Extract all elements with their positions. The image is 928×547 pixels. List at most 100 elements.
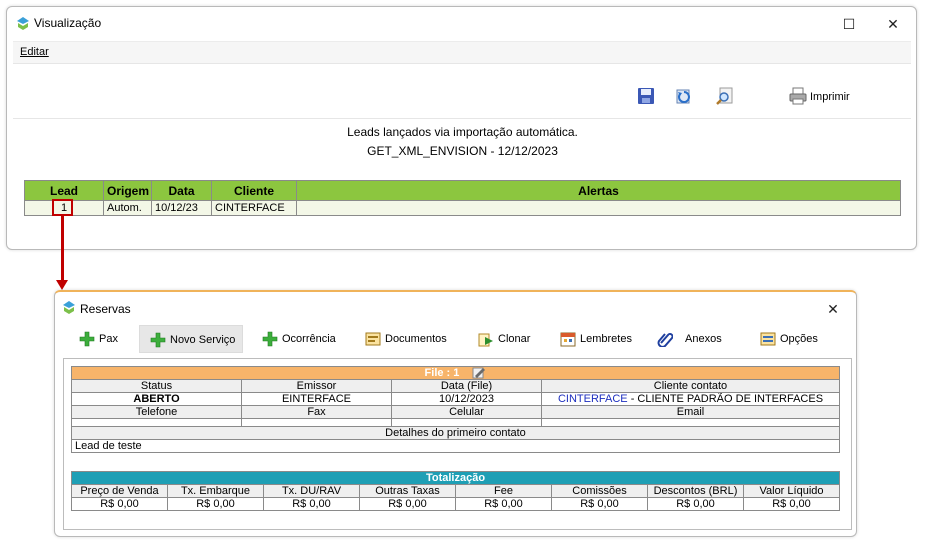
col-header: Fax [241, 405, 392, 420]
table-cell: R$ 0,00 [743, 497, 840, 511]
titlebar: Visualização ☐ ✕ [7, 7, 916, 39]
table-row [71, 418, 840, 428]
col-header: Celular [391, 405, 542, 420]
col-header: Origem [103, 180, 152, 201]
col-header: Comissões [551, 484, 648, 498]
pax-button[interactable]: Pax [69, 325, 118, 353]
opcoes-button[interactable]: Opções [750, 325, 818, 353]
ocorrencia-button[interactable]: Ocorrência [252, 325, 336, 353]
maximize-button[interactable]: ☐ [836, 13, 862, 35]
documentos-button[interactable]: Documentos [355, 325, 447, 353]
visualizacao-window: Visualização ☐ ✕ Editar Imprimir Leads l [6, 6, 917, 250]
col-header: Descontos (BRL) [647, 484, 744, 498]
refresh-icon[interactable] [675, 87, 693, 105]
col-header: Valor Líquido [743, 484, 840, 498]
novo-servico-button[interactable]: Novo Serviço [139, 325, 243, 353]
file-table: File : 1 Status Emissor Data (File) Clie… [71, 365, 840, 454]
celular-value [391, 418, 542, 428]
cliente-link[interactable]: CINTERFACE [558, 394, 628, 405]
totals-header: Totalização [71, 471, 840, 485]
cliente-contato-cell: CINTERFACE - CLIENTE PADRÃO DE INTERFACE… [541, 392, 840, 407]
arrow-head-icon [56, 280, 68, 290]
totals-table: Totalização Preço de Venda Tx. Embarque … [71, 471, 840, 511]
fax-value [241, 418, 392, 428]
lead-highlight-box [52, 199, 73, 216]
table-cell: R$ 0,00 [359, 497, 456, 511]
menubar: Editar [13, 41, 911, 63]
details-header: Detalhes do primeiro contato [71, 426, 840, 441]
menu-editar[interactable]: Editar [20, 46, 49, 58]
col-header: Cliente [211, 180, 297, 201]
reservas-window: Reservas ✕ Pax Novo Serviço Ocorrência D… [54, 290, 857, 537]
arrow-line [61, 215, 64, 281]
options-icon [760, 332, 776, 346]
table-cell: R$ 0,00 [551, 497, 648, 511]
window-title: Reservas [80, 302, 131, 316]
close-button[interactable]: ✕ [820, 298, 846, 320]
table-row: Lead de teste [71, 439, 840, 454]
file-title: File : 1 [424, 367, 460, 379]
status-value: ABERTO [71, 392, 242, 407]
col-header: Preço de Venda [71, 484, 168, 498]
reservas-toolbar: Pax Novo Serviço Ocorrência Documentos C… [55, 324, 856, 354]
data-file-value: 10/12/2023 [391, 392, 542, 407]
table-cell: R$ 0,00 [167, 497, 264, 511]
printer-icon[interactable] [789, 87, 807, 105]
emissor-value: EINTERFACE [241, 392, 392, 407]
plus-icon [150, 332, 166, 348]
table-header-row: Telefone Fax Celular Email [71, 405, 840, 420]
col-header: Data [151, 180, 212, 201]
table-header-row: Status Emissor Data (File) Cliente conta… [71, 379, 840, 394]
table-row[interactable]: 1 Autom. 10/12/23 CINTERFACE [24, 200, 901, 216]
preview-icon[interactable] [716, 87, 734, 105]
col-header: Tx. Embarque [167, 484, 264, 498]
lembretes-button[interactable]: Lembretes [550, 325, 632, 353]
app-logo-icon [63, 301, 75, 314]
paperclip-icon [657, 333, 673, 348]
table-header-row: Lead Origem Data Cliente Alertas [24, 180, 901, 201]
cliente-name: - CLIENTE PADRÃO DE INTERFACES [627, 393, 824, 406]
table-cell: Autom. [103, 200, 152, 216]
table-header-row: Preço de Venda Tx. Embarque Tx. DU/RAV O… [71, 484, 840, 498]
leads-table: Lead Origem Data Cliente Alertas 1 Autom… [24, 180, 901, 216]
app-logo-icon [17, 17, 29, 30]
documents-icon [365, 332, 381, 346]
col-header: Emissor [241, 379, 392, 394]
telefone-value [71, 418, 242, 428]
file-header: File : 1 [71, 365, 840, 381]
col-header: Alertas [296, 180, 901, 201]
edit-pencil-icon[interactable] [472, 367, 486, 379]
col-header: Outras Taxas [359, 484, 456, 498]
col-header: Status [71, 379, 242, 394]
col-header: Data (File) [391, 379, 542, 394]
plus-icon [79, 331, 95, 347]
toolbar: Imprimir [13, 63, 911, 119]
table-row: ABERTO EINTERFACE 10/12/2023 CINTERFACE … [71, 392, 840, 407]
window-title: Visualização [34, 16, 102, 30]
clonar-button[interactable]: Clonar [468, 325, 530, 353]
table-header-row: Detalhes do primeiro contato [71, 426, 840, 441]
table-cell: R$ 0,00 [71, 497, 168, 511]
titlebar: Reservas ✕ [55, 292, 856, 324]
details-value: Lead de teste [71, 439, 840, 454]
table-cell: R$ 0,00 [647, 497, 744, 511]
email-value [541, 418, 840, 428]
save-icon[interactable] [637, 87, 655, 105]
col-header: Telefone [71, 405, 242, 420]
table-cell: R$ 0,00 [263, 497, 360, 511]
page-subtitle: GET_XML_ENVISION - 12/12/2023 [367, 144, 558, 158]
reminders-icon [560, 332, 576, 347]
col-header: Fee [455, 484, 552, 498]
table-cell: 10/12/23 [151, 200, 212, 216]
table-row: R$ 0,00 R$ 0,00 R$ 0,00 R$ 0,00 R$ 0,00 … [71, 497, 840, 511]
anexos-button[interactable]: Anexos [647, 325, 722, 353]
col-header: Cliente contato [541, 379, 840, 394]
reserva-panel: File : 1 Status Emissor Data (File) Clie… [63, 358, 852, 530]
col-header: Email [541, 405, 840, 420]
print-button[interactable]: Imprimir [810, 91, 850, 103]
col-header: Tx. DU/RAV [263, 484, 360, 498]
close-button[interactable]: ✕ [880, 13, 906, 35]
table-cell [296, 200, 901, 216]
page-title: Leads lançados via importação automática… [347, 125, 578, 139]
clone-icon [478, 333, 493, 347]
